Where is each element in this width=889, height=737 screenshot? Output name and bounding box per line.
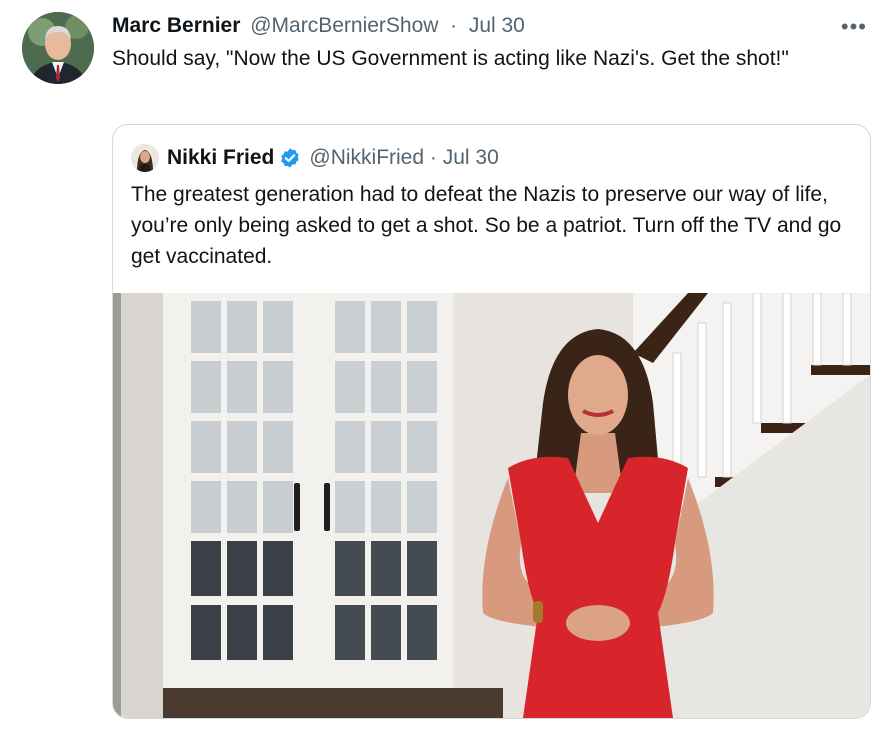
- quoted-tweet[interactable]: Nikki Fried @NikkiFried · Jul 30 The gre…: [112, 124, 871, 719]
- quoted-tweet-text: The greatest generation had to defeat th…: [131, 183, 842, 268]
- quoted-author-avatar[interactable]: [131, 144, 159, 172]
- quoted-tweet-photo[interactable]: [113, 293, 870, 718]
- photo-woman-in-red-dress: [113, 293, 870, 718]
- author-name[interactable]: Marc Bernier: [112, 14, 240, 37]
- author-avatar[interactable]: [22, 12, 94, 84]
- tweet[interactable]: Marc Bernier @MarcBernierShow · Jul 30 •…: [0, 0, 889, 737]
- quoted-author-name[interactable]: Nikki Fried: [167, 146, 274, 170]
- quoted-author-avatar-image: [131, 144, 159, 172]
- tweet-text: Should say, "Now the US Government is ac…: [112, 47, 789, 70]
- header-separator: ·: [444, 14, 463, 37]
- quoted-tweet-header: Nikki Fried @NikkiFried · Jul 30: [131, 143, 499, 173]
- quoted-author-handle[interactable]: @NikkiFried: [309, 146, 424, 170]
- quoted-tweet-date[interactable]: Jul 30: [443, 146, 499, 170]
- tweet-header: Marc Bernier @MarcBernierShow · Jul 30: [112, 12, 525, 40]
- tweet-date[interactable]: Jul 30: [469, 14, 525, 37]
- quoted-header-separator: ·: [424, 146, 443, 169]
- author-handle[interactable]: @MarcBernierShow: [250, 14, 438, 37]
- more-icon[interactable]: •••: [841, 14, 867, 40]
- author-avatar-image: [22, 12, 94, 84]
- verified-badge-icon: [279, 147, 301, 169]
